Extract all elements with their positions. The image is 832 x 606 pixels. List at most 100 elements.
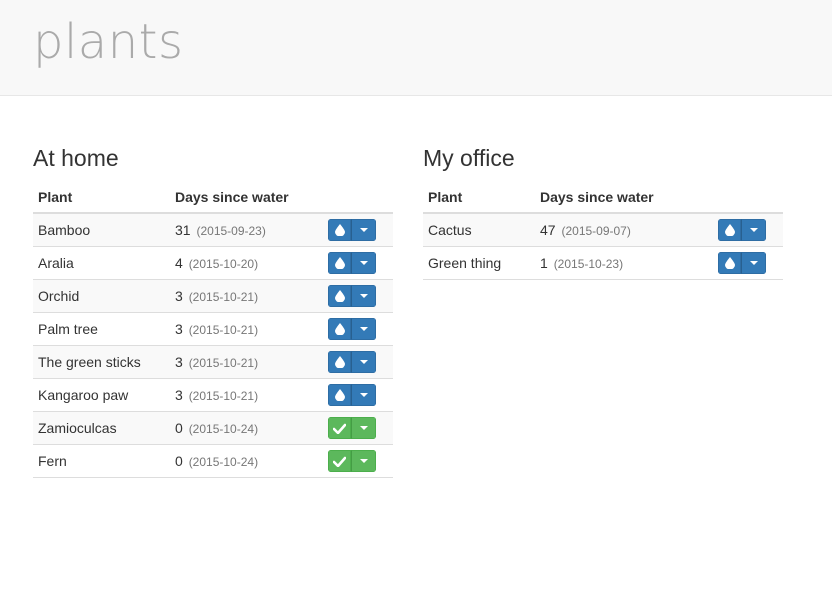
water-button-group [328,351,376,373]
water-button[interactable] [328,252,351,274]
plant-name: Kangaroo paw [33,378,170,412]
days-count: 1 [540,255,548,271]
row-actions [704,246,783,280]
checkmark-icon [333,456,346,467]
dropdown-toggle-button[interactable] [741,252,766,274]
days-count: 0 [175,453,183,469]
row-actions [322,246,393,280]
dropdown-toggle-button[interactable] [351,417,376,439]
checkmark-icon [333,423,346,434]
dropdown-toggle-button[interactable] [351,285,376,307]
table-row: Cactus 47 (2015-09-07) [423,213,783,247]
table-row: Bamboo 31 (2015-09-23) [33,213,393,247]
days-since-water: 31 (2015-09-23) [170,213,322,247]
water-drop-icon [724,257,735,269]
water-button[interactable] [328,285,351,307]
water-button[interactable] [328,351,351,373]
column-header-days: Days since water [535,181,704,214]
water-button-group [328,318,376,340]
column-header-days: Days since water [170,181,322,214]
water-drop-icon [334,224,345,236]
plant-name: Aralia [33,246,170,280]
plant-name: Bamboo [33,213,170,247]
days-since-water: 3 (2015-10-21) [170,312,322,346]
days-count: 3 [175,354,183,370]
row-actions [322,213,393,247]
water-button[interactable] [328,318,351,340]
days-since-water: 3 (2015-10-21) [170,345,322,379]
dropdown-toggle-button[interactable] [351,252,376,274]
row-actions [704,213,783,247]
caret-down-icon [359,261,368,265]
section-at-home: At home Plant Days since water Bamboo 31 … [33,140,393,478]
column-header-actions [704,181,783,214]
caret-down-icon [359,459,368,463]
watered-button[interactable] [328,417,351,439]
last-watered-date: (2015-10-21) [188,389,259,403]
days-count: 47 [540,222,556,238]
water-drop-icon [334,389,345,401]
last-watered-date: (2015-10-21) [188,356,259,370]
plant-name: Palm tree [33,312,170,346]
column-header-plant: Plant [423,181,535,214]
dropdown-toggle-button[interactable] [351,384,376,406]
water-button[interactable] [718,252,741,274]
water-button[interactable] [718,219,741,241]
caret-down-icon [359,426,368,430]
column-header-actions [322,181,393,214]
water-button-group [328,417,376,439]
table-row: Green thing 1 (2015-10-23) [423,246,783,280]
plants-table: Plant Days since water Bamboo 31 (2015-09… [33,181,393,478]
table-row: Orchid 3 (2015-10-21) [33,279,393,313]
dropdown-toggle-button[interactable] [351,450,376,472]
row-actions [322,312,393,346]
days-count: 3 [175,288,183,304]
table-row: Kangaroo paw 3 (2015-10-21) [33,378,393,412]
caret-down-icon [749,261,758,265]
days-since-water: 0 (2015-10-24) [170,411,322,445]
days-since-water: 47 (2015-09-07) [535,213,704,247]
last-watered-date: (2015-10-21) [188,323,259,337]
days-count: 0 [175,420,183,436]
table-header-row: Plant Days since water [33,181,393,214]
water-button[interactable] [328,219,351,241]
caret-down-icon [749,228,758,232]
days-since-water: 1 (2015-10-23) [535,246,704,280]
water-button-group [328,252,376,274]
table-row: The green sticks 3 (2015-10-21) [33,345,393,379]
water-button[interactable] [328,384,351,406]
dropdown-toggle-button[interactable] [741,219,766,241]
row-actions [322,279,393,313]
water-button-group [718,252,766,274]
water-drop-icon [334,290,345,302]
dropdown-toggle-button[interactable] [351,219,376,241]
plant-name: Green thing [423,246,535,280]
days-since-water: 4 (2015-10-20) [170,246,322,280]
column-header-plant: Plant [33,181,170,214]
plant-name: Zamioculcas [33,411,170,445]
last-watered-date: (2015-10-21) [188,290,259,304]
plant-name: Orchid [33,279,170,313]
caret-down-icon [359,327,368,331]
caret-down-icon [359,294,368,298]
water-button-group [718,219,766,241]
row-actions [322,444,393,478]
watered-button[interactable] [328,450,351,472]
dropdown-toggle-button[interactable] [351,318,376,340]
navbar: plants [0,0,832,96]
last-watered-date: (2015-10-24) [188,455,259,469]
table-row: Fern 0 (2015-10-24) [33,444,393,478]
dropdown-toggle-button[interactable] [351,351,376,373]
row-actions [322,345,393,379]
table-row: Aralia 4 (2015-10-20) [33,246,393,280]
last-watered-date: (2015-09-23) [196,224,266,238]
days-since-water: 3 (2015-10-21) [170,279,322,313]
last-watered-date: (2015-10-20) [188,257,259,271]
water-button-group [328,219,376,241]
days-since-water: 3 (2015-10-21) [170,378,322,412]
section-title: At home [33,145,119,171]
table-header-row: Plant Days since water [423,181,783,214]
app-title[interactable]: plants [33,12,183,72]
caret-down-icon [359,360,368,364]
caret-down-icon [359,393,368,397]
